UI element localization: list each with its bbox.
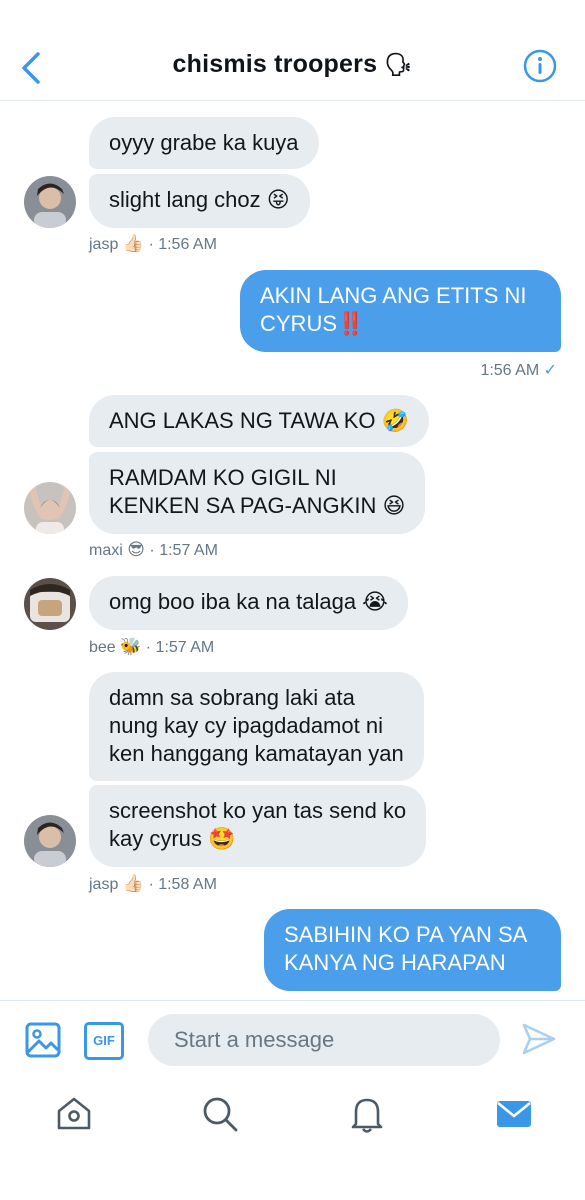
avatar[interactable] [24,176,76,228]
sender-name: jasp [89,236,119,253]
sender-emoji: 🐝 [120,637,142,656]
avatar[interactable] [24,482,76,534]
tab-home[interactable] [54,1094,94,1134]
send-icon [522,1023,556,1055]
image-upload-button[interactable] [24,1021,62,1059]
message-composer: GIF [0,1000,585,1081]
message-bubble[interactable]: screenshot ko yan tas send ko kay cyrus … [89,785,427,867]
message-meta: 1:56 AM ✓ [480,360,557,380]
home-icon [57,1097,91,1130]
message-time: · 1:57 AM [149,542,218,559]
bottom-tab-bar [0,1080,585,1200]
sender-name: maxi [89,542,123,559]
message-meta: jasp 👍🏻 · 1:58 AM [89,874,217,894]
message-time: · 1:57 AM [145,639,215,656]
message-bubble[interactable]: slight lang choz 😝 [89,174,310,228]
sender-name: bee [89,639,116,656]
tab-search[interactable] [200,1094,240,1134]
conversation-title[interactable]: chismis troopers 🗣 [0,50,585,79]
search-icon [203,1097,238,1132]
image-icon [25,1022,61,1058]
message-bubble[interactable]: damn sa sobrang laki ata nung kay cy ipa… [89,672,424,781]
message-bubble[interactable]: RAMDAM KO GIGIL NI KENKEN SA PAG-ANGKIN … [89,452,426,534]
gif-button[interactable]: GIF [84,1022,124,1060]
message-meta: maxi 😎 · 1:57 AM [89,540,218,560]
message-bubble[interactable]: ANG LAKAS NG TAWA KO 🤣 [89,395,430,447]
message-input[interactable] [148,1014,500,1066]
avatar[interactable] [24,815,76,867]
message-bubble[interactable]: oyyy grabe ka kuya [89,117,319,169]
tab-notifications[interactable] [347,1094,387,1134]
send-button[interactable] [521,1021,557,1057]
message-thread[interactable]: oyyy grabe ka kuya slight lang choz 😝 ja… [0,101,585,999]
title-text: chismis troopers [172,50,378,78]
avatar[interactable] [24,578,76,630]
message-time: 1:56 AM [480,362,540,379]
message-time: · 1:56 AM [148,236,217,253]
sender-emoji: 👍🏻 [122,234,144,253]
message-meta: jasp 👍🏻 · 1:56 AM [89,234,217,254]
message-bubble[interactable]: omg boo iba ka na talaga 😭 [89,576,408,630]
sender-name: jasp [89,876,119,893]
sender-emoji: 👍🏻 [122,874,144,893]
info-button[interactable] [523,49,557,83]
tab-messages[interactable] [494,1094,534,1134]
message-bubble[interactable]: SABIHIN KO PA YAN SA KANYA NG HARAPAN [264,909,561,991]
message-time: · 1:58 AM [148,876,217,893]
message-meta: bee 🐝 · 1:57 AM [89,637,214,657]
conversation-header: chismis troopers 🗣 [0,0,585,101]
sender-emoji: 😎 [127,540,145,559]
speaking-head-emoji: 🗣 [384,52,413,77]
sent-check-icon: ✓ [543,362,557,379]
messages-icon [497,1101,531,1127]
message-bubble[interactable]: AKIN LANG ANG ETITS NI CYRUS‼️ [240,270,561,352]
notifications-icon [351,1098,383,1133]
